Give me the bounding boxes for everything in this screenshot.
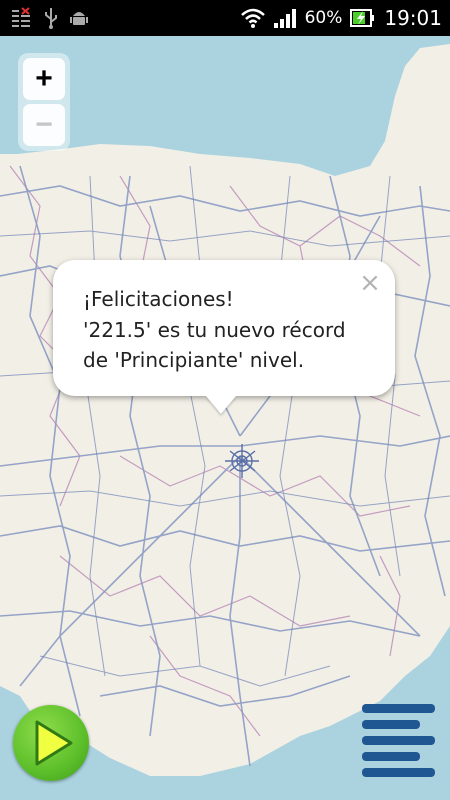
- popup-line-title: ¡Felicitaciones!: [83, 287, 234, 311]
- system-indicators: 60% 19:01: [240, 0, 442, 36]
- popup-line-level: de 'Principiante' nivel.: [83, 348, 305, 372]
- usb-icon: [44, 7, 58, 29]
- zoom-control: + −: [18, 53, 70, 151]
- wifi-icon: [240, 7, 265, 29]
- android-debug-icon: [70, 8, 88, 28]
- menu-button[interactable]: [360, 704, 438, 780]
- battery-percent: 60%: [304, 8, 343, 28]
- clock: 19:01: [384, 6, 442, 30]
- play-icon: [35, 720, 73, 766]
- popup-pointer: [206, 396, 236, 414]
- play-button[interactable]: [13, 705, 89, 781]
- record-popup: × ¡Felicitaciones! '221.5' es tu nuevo r…: [53, 260, 395, 396]
- zoom-in-button[interactable]: +: [23, 58, 65, 100]
- popup-message: ¡Felicitaciones! '221.5' es tu nuevo réc…: [83, 284, 373, 376]
- sim-icon: [10, 7, 32, 29]
- popup-line-score: '221.5' es tu nuevo récord: [83, 317, 346, 342]
- notification-icons: [10, 6, 88, 30]
- map-tiles: [0, 36, 450, 800]
- signal-icon: [273, 7, 297, 29]
- status-bar: 60% 19:01: [0, 0, 450, 36]
- zoom-out-button[interactable]: −: [23, 104, 65, 146]
- battery-charging-icon: [350, 8, 376, 28]
- map-view[interactable]: [0, 36, 450, 800]
